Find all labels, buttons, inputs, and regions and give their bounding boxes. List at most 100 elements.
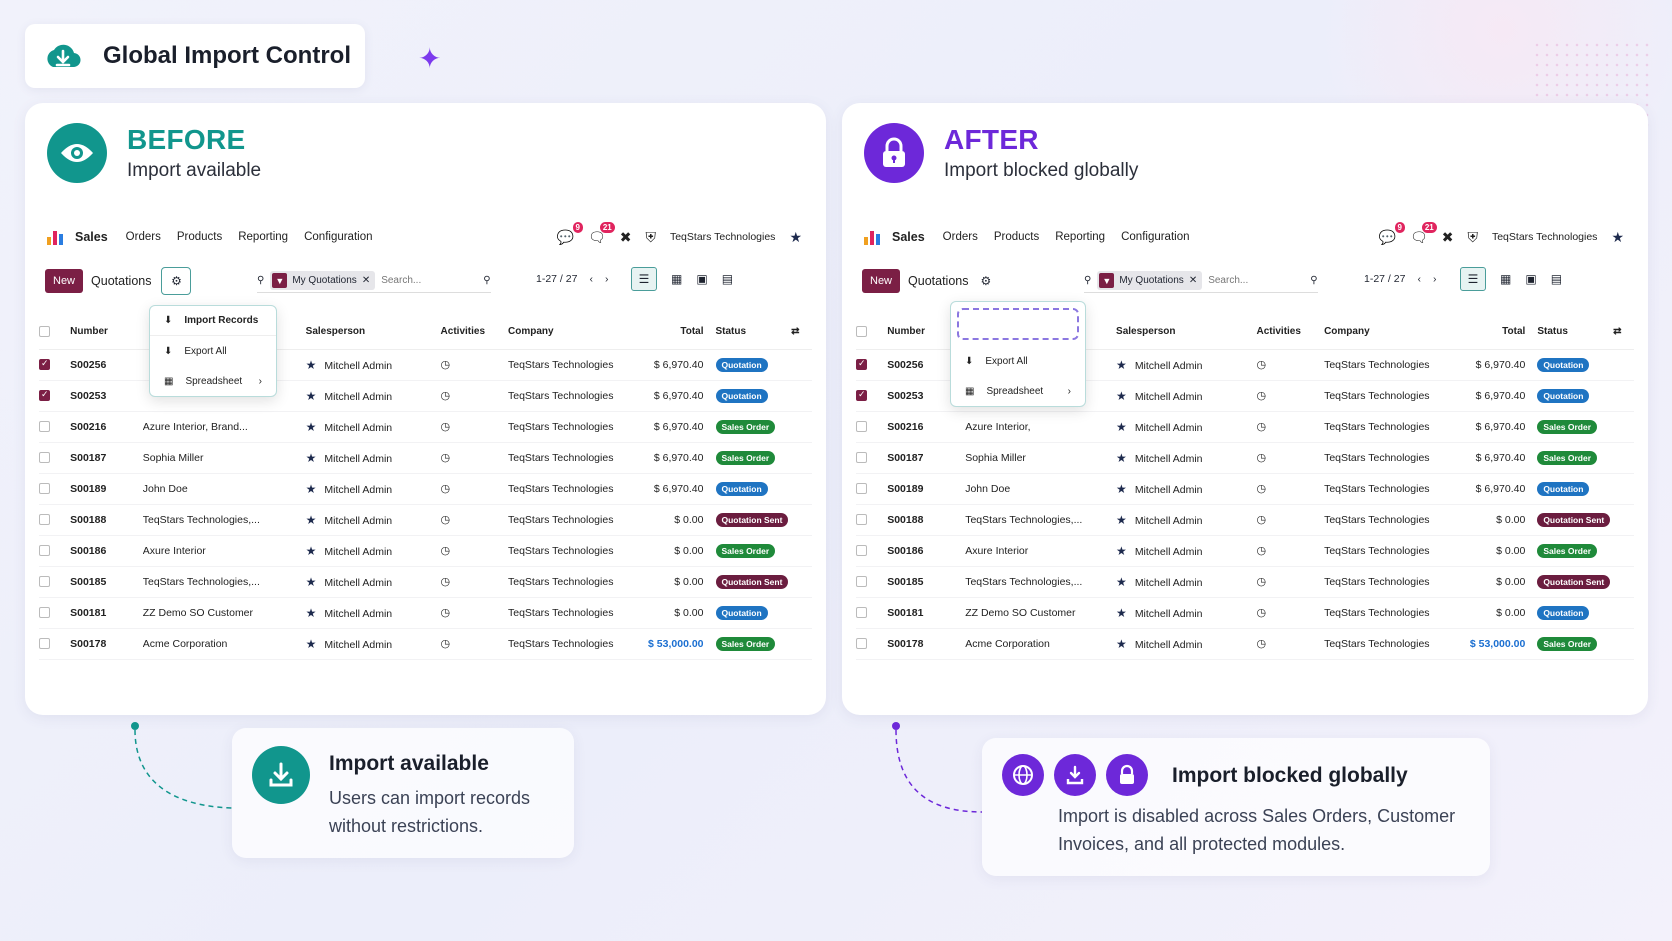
shield-icon[interactable]: ⛨ (1467, 229, 1478, 246)
graph-view-icon[interactable]: ▤ (722, 272, 733, 286)
close-x-icon[interactable]: ✖ (1442, 229, 1454, 246)
table-row[interactable]: S00185 TeqStars Technologies,... ★ Mitchell… (39, 566, 812, 598)
remove-facet-icon[interactable]: ✕ (1189, 275, 1197, 286)
prev-icon[interactable]: ‹ (1417, 273, 1421, 285)
row-checkbox[interactable] (856, 576, 867, 588)
clock-icon[interactable]: ◷ (441, 607, 451, 619)
user-avatar-icon[interactable]: ★ (1611, 229, 1624, 246)
column-settings-icon[interactable]: ⇄ (1613, 315, 1634, 350)
search-input[interactable]: Search... (1208, 275, 1304, 286)
table-row[interactable]: S00186 Axure Interior ★ Mitchell Admin ◷ TeqS… (856, 535, 1634, 567)
clock-icon[interactable]: ◷ (1256, 545, 1266, 557)
col-salesperson[interactable]: Salesperson (305, 315, 441, 350)
col-activities[interactable]: Activities (440, 315, 508, 350)
clock-icon[interactable]: ◷ (1256, 359, 1266, 371)
clock-icon[interactable]: ◷ (1256, 514, 1266, 526)
col-company[interactable]: Company (1324, 315, 1460, 350)
prev-icon[interactable]: ‹ (589, 273, 593, 285)
table-row[interactable]: S00216 Azure Interior, Brand... ★ Mitchell … (39, 411, 812, 443)
clock-icon[interactable]: ◷ (441, 576, 451, 588)
activity-cell[interactable]: ◷ (1256, 597, 1325, 629)
activity-cell[interactable]: ◷ (440, 535, 508, 567)
row-checkbox[interactable] (39, 421, 50, 433)
nav-reporting[interactable]: Reporting (238, 231, 288, 243)
table-row[interactable]: S00178 Acme Corporation ★ Mitchell Admin ◷ Te… (856, 628, 1634, 660)
table-row[interactable]: S00186 Axure Interior ★ Mitchell Admin ◷ TeqS… (39, 535, 812, 567)
activity-cell[interactable]: ◷ (1256, 380, 1325, 412)
activity-icon[interactable]: 🗨 21 (588, 221, 615, 246)
clock-icon[interactable]: ◷ (1256, 421, 1266, 433)
pager-value[interactable]: 1-27 / 27 (1364, 273, 1405, 285)
col-activities[interactable]: Activities (1256, 315, 1325, 350)
clock-icon[interactable]: ◷ (1256, 607, 1266, 619)
row-checkbox[interactable] (39, 483, 50, 495)
activity-cell[interactable]: ◷ (1256, 349, 1325, 381)
row-checkbox[interactable] (39, 358, 50, 371)
row-checkbox[interactable] (856, 483, 867, 495)
table-row[interactable]: S00187 Sophia Miller ★ Mitchell Admin ◷ TeqSt… (39, 442, 812, 474)
search-toggle-icon[interactable]: ⚲ (1310, 275, 1317, 286)
company-switcher[interactable]: TeqStars Technologies (670, 231, 775, 243)
search-input[interactable]: Search... (381, 275, 477, 286)
table-row[interactable]: S00181 ZZ Demo SO Customer ★ Mitchell Admin… (39, 597, 812, 629)
list-view-icon[interactable]: ☰ (1460, 267, 1486, 291)
clock-icon[interactable]: ◷ (441, 483, 451, 495)
row-checkbox[interactable] (39, 607, 50, 619)
next-icon[interactable]: › (605, 273, 609, 285)
clock-icon[interactable]: ◷ (1256, 452, 1266, 464)
nav-orders[interactable]: Orders (943, 231, 978, 243)
spreadsheet-item[interactable]: ▦ Spreadsheet › (951, 376, 1085, 406)
activity-cell[interactable]: ◷ (1256, 442, 1325, 474)
pager-value[interactable]: 1-27 / 27 (536, 273, 577, 285)
column-settings-icon[interactable]: ⇄ (791, 315, 812, 350)
activity-icon[interactable]: 🗨 21 (1410, 221, 1437, 246)
activity-cell[interactable]: ◷ (440, 473, 508, 505)
table-row[interactable]: S00189 John Doe ★ Mitchell Admin ◷ TeqStars T… (856, 473, 1634, 505)
table-row[interactable]: S00189 John Doe ★ Mitchell Admin ◷ TeqStars T… (39, 473, 812, 505)
calendar-view-icon[interactable]: ▦ (1500, 272, 1511, 286)
remove-facet-icon[interactable]: ✕ (362, 275, 370, 286)
nav-reporting[interactable]: Reporting (1055, 231, 1105, 243)
col-company[interactable]: Company (507, 315, 638, 350)
row-checkbox[interactable] (39, 514, 50, 526)
list-view-icon[interactable]: ☰ (631, 267, 657, 291)
activity-cell[interactable]: ◷ (440, 597, 508, 629)
activity-cell[interactable]: ◷ (1256, 504, 1325, 536)
row-checkbox[interactable] (856, 638, 867, 650)
pivot-view-icon[interactable]: ▣ (1525, 272, 1536, 286)
row-checkbox[interactable] (856, 358, 867, 371)
nav-products[interactable]: Products (994, 231, 1039, 243)
activity-cell[interactable]: ◷ (440, 411, 508, 443)
row-checkbox[interactable] (856, 452, 867, 464)
activity-cell[interactable]: ◷ (440, 442, 508, 474)
export-all-item[interactable]: ⬇ Export All (951, 346, 1085, 376)
row-checkbox[interactable] (39, 576, 50, 588)
search-bar[interactable]: ⚲ ▼ My Quotations ✕ Search... ⚲ (1084, 269, 1318, 293)
col-salesperson[interactable]: Salesperson (1116, 315, 1257, 350)
row-checkbox[interactable] (856, 545, 867, 557)
col-status[interactable]: Status (1537, 315, 1614, 350)
table-row[interactable]: S00216 Azure Interior, ★ Mitchell Admin ◷ Teq… (856, 411, 1634, 443)
row-checkbox[interactable] (856, 514, 867, 526)
nav-sales[interactable]: Sales (892, 230, 925, 244)
row-checkbox[interactable] (39, 452, 50, 464)
clock-icon[interactable]: ◷ (1256, 576, 1266, 588)
calendar-view-icon[interactable]: ▦ (671, 272, 682, 286)
activity-cell[interactable]: ◷ (440, 380, 508, 412)
activity-cell[interactable]: ◷ (1256, 473, 1325, 505)
export-all-item[interactable]: ⬇ Export All (150, 336, 276, 366)
nav-sales[interactable]: Sales (75, 230, 108, 244)
nav-configuration[interactable]: Configuration (1121, 231, 1189, 243)
clock-icon[interactable]: ◷ (441, 390, 451, 402)
row-checkbox[interactable] (856, 607, 867, 619)
activity-cell[interactable]: ◷ (1256, 628, 1325, 660)
table-row[interactable]: S00185 TeqStars Technologies,... ★ Mitchell… (856, 566, 1634, 598)
close-x-icon[interactable]: ✖ (620, 229, 632, 246)
new-button[interactable]: New (45, 269, 84, 293)
pivot-view-icon[interactable]: ▣ (696, 272, 707, 286)
table-row[interactable]: S00181 ZZ Demo SO Customer ★ Mitchell Admin… (856, 597, 1634, 629)
col-total[interactable]: Total (1459, 315, 1538, 350)
col-total[interactable]: Total (637, 315, 716, 350)
search-toggle-icon[interactable]: ⚲ (483, 275, 490, 286)
clock-icon[interactable]: ◷ (441, 638, 451, 650)
